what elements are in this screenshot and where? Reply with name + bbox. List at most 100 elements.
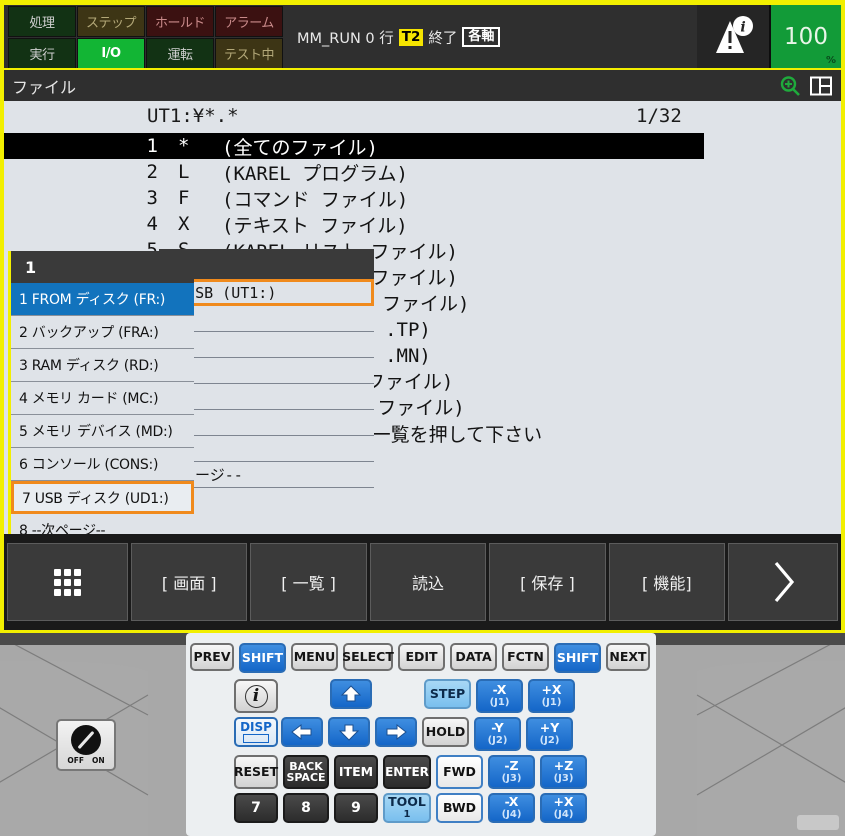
reset-key[interactable]: RESET bbox=[234, 755, 278, 789]
file-type-row[interactable]: 2 L (KAREL プログラム) bbox=[4, 159, 841, 185]
function-key-grid-menu-icon[interactable] bbox=[7, 543, 128, 621]
grid-menu-icon bbox=[54, 568, 81, 596]
pendant-screen: 処理 ステップ ホールド アラーム 実行 I/O 運転 テスト中 MM_RUN 0 行 T2 … bbox=[0, 0, 845, 633]
shift-key[interactable]: SHIFT bbox=[239, 643, 286, 673]
key-label: EDIT bbox=[405, 648, 438, 664]
function-key[interactable]: [ 画面 ] bbox=[131, 543, 248, 621]
bwd-key[interactable]: BWD bbox=[436, 793, 483, 823]
jog-sublabel: (J1) bbox=[489, 696, 510, 708]
arrow-down-key[interactable] bbox=[328, 717, 370, 747]
keypad-row-4: RESET BACK SPACE ITEM ENTER FWD -Z (J3) bbox=[186, 751, 656, 789]
jog-minus-x-j4-key[interactable]: -X (J4) bbox=[488, 793, 535, 823]
num-8-key[interactable]: 8 bbox=[283, 793, 329, 823]
function-key[interactable]: 読込 bbox=[369, 543, 487, 621]
function-key-chevron-right-icon[interactable] bbox=[728, 543, 839, 621]
pendant-body: OFF ON PREV SHIFT MENU SELECT EDIT DATA FCTN SH… bbox=[0, 633, 845, 836]
file-type-desc: (全てのファイル) bbox=[222, 136, 378, 159]
data-key[interactable]: DATA bbox=[450, 643, 497, 671]
path-row: UT1:¥*.* 1/32 bbox=[4, 101, 841, 131]
edit-key[interactable]: EDIT bbox=[398, 643, 445, 671]
shift-key[interactable]: SHIFT bbox=[554, 643, 601, 673]
status-program-text: MM_RUN 0 行 bbox=[297, 30, 394, 47]
page-title: ファイル bbox=[12, 77, 77, 97]
page-counter: 1/32 bbox=[636, 105, 682, 127]
status-mode-badge: T2 bbox=[398, 28, 424, 46]
jog-plus-x-j1-key[interactable]: +X (J1) bbox=[528, 679, 575, 713]
function-key[interactable]: [ 機能] bbox=[608, 543, 726, 621]
jog-minus-z-j3-key[interactable]: -Z (J3) bbox=[488, 755, 535, 789]
jog-sublabel: (J1) bbox=[541, 696, 562, 708]
function-key[interactable]: [ 保存 ] bbox=[489, 543, 606, 621]
enter-label: ENTER bbox=[385, 765, 429, 779]
disp-key[interactable]: DISP bbox=[234, 717, 278, 747]
device-dropdown-item[interactable]: 3 RAM ディスク (RD:) bbox=[11, 349, 194, 382]
jog-label: +X bbox=[553, 794, 574, 810]
tool-label: TOOL bbox=[388, 794, 426, 810]
file-type-ext: F bbox=[178, 187, 190, 209]
item-key[interactable]: ITEM bbox=[334, 755, 378, 789]
file-type-number: 3 bbox=[146, 187, 158, 209]
step-key[interactable]: STEP bbox=[424, 679, 471, 709]
jog-minus-y-j2-key[interactable]: -Y (J2) bbox=[474, 717, 521, 751]
jog-plus-z-j3-key[interactable]: +Z (J3) bbox=[540, 755, 587, 789]
knob-on-label: ON bbox=[91, 756, 105, 765]
arrow-right-key[interactable] bbox=[375, 717, 417, 747]
device-dropdown-item[interactable]: 5 メモリ デバイス (MD:) bbox=[11, 415, 194, 448]
arrow-up-key[interactable] bbox=[330, 679, 372, 709]
split-layout-icon[interactable] bbox=[810, 76, 832, 96]
status-message: MM_RUN 0 行 T2 終了 各軸 bbox=[283, 6, 697, 68]
fwd-key[interactable]: FWD bbox=[436, 755, 483, 789]
device-dropdown-item[interactable]: 1 FROM ディスク (FR:) bbox=[11, 283, 194, 316]
pendant-right-grip bbox=[625, 645, 845, 836]
num-9-key[interactable]: 9 bbox=[334, 793, 378, 823]
jog-label: +X bbox=[541, 682, 562, 698]
device-dropdown-item[interactable]: 4 メモリ カード (MC:) bbox=[11, 382, 194, 415]
file-type-ext: L bbox=[178, 161, 190, 183]
fctn-key[interactable]: FCTN bbox=[502, 643, 549, 671]
device-dropdown-menu: 1 1 FROM ディスク (FR:) 2 バックアップ (FRA:) 3 RAM … bbox=[8, 251, 194, 534]
hold-key[interactable]: HOLD bbox=[422, 717, 469, 747]
num-7-key[interactable]: 7 bbox=[234, 793, 278, 823]
select-key[interactable]: SELECT bbox=[342, 643, 394, 671]
num-label: 9 bbox=[351, 800, 361, 816]
function-key-label: [ 保存 ] bbox=[520, 574, 575, 593]
info-key[interactable]: i bbox=[234, 679, 278, 713]
menu-key[interactable]: MENU bbox=[291, 643, 338, 671]
file-type-row[interactable]: 4 X (テキスト ファイル) bbox=[4, 211, 841, 237]
step-label: STEP bbox=[429, 685, 466, 701]
zoom-in-icon[interactable] bbox=[779, 75, 801, 97]
tool-sublabel: 1 bbox=[403, 808, 411, 820]
next-key[interactable]: NEXT bbox=[606, 643, 650, 671]
file-type-row[interactable]: 1 * (全てのファイル) bbox=[4, 133, 704, 159]
alarm-indicator[interactable]: i bbox=[697, 5, 769, 68]
jog-plus-x-j4-key[interactable]: +X (J4) bbox=[540, 793, 587, 823]
key-label: DATA bbox=[455, 648, 492, 664]
file-type-ext: * bbox=[178, 135, 190, 157]
backspace-key[interactable]: BACK SPACE bbox=[283, 755, 329, 789]
status-indicator-1: ステップ bbox=[77, 6, 145, 37]
device-dropdown-item[interactable]: 7 USB ディスク (UD1:) bbox=[11, 481, 194, 514]
arrow-left-key[interactable] bbox=[281, 717, 323, 747]
tool-key[interactable]: TOOL 1 bbox=[383, 793, 431, 823]
num-label: 7 bbox=[251, 800, 261, 816]
jog-plus-y-j2-key[interactable]: +Y (J2) bbox=[526, 717, 573, 751]
device-dropdown-item[interactable]: 2 バックアップ (FRA:) bbox=[11, 316, 194, 349]
function-key[interactable]: [ 一覧 ] bbox=[250, 543, 367, 621]
status-indicator-0: 処理 bbox=[8, 6, 76, 37]
jog-label: -Z bbox=[504, 758, 519, 774]
key-label: SELECT bbox=[342, 648, 394, 664]
prev-key[interactable]: PREV bbox=[190, 643, 234, 671]
jog-sublabel: (J2) bbox=[539, 734, 560, 746]
jog-sublabel: (J2) bbox=[487, 734, 508, 746]
function-key-label: [ 画面 ] bbox=[161, 574, 217, 593]
file-type-row[interactable]: 3 F (コマンド ファイル) bbox=[4, 185, 841, 211]
current-path: UT1:¥*.* bbox=[147, 105, 239, 127]
jog-minus-x-j1-key[interactable]: -X (J1) bbox=[476, 679, 523, 713]
mode-select-knob[interactable]: OFF ON bbox=[56, 719, 116, 771]
speed-override[interactable]: 100 % bbox=[769, 5, 841, 68]
speed-unit: % bbox=[825, 55, 836, 66]
device-dropdown-item[interactable]: 8 --次ページ-- bbox=[11, 514, 194, 534]
device-dropdown-item[interactable]: 6 コンソール (CONS:) bbox=[11, 448, 194, 481]
function-key-label: 読込 bbox=[412, 574, 445, 593]
enter-key[interactable]: ENTER bbox=[383, 755, 431, 789]
